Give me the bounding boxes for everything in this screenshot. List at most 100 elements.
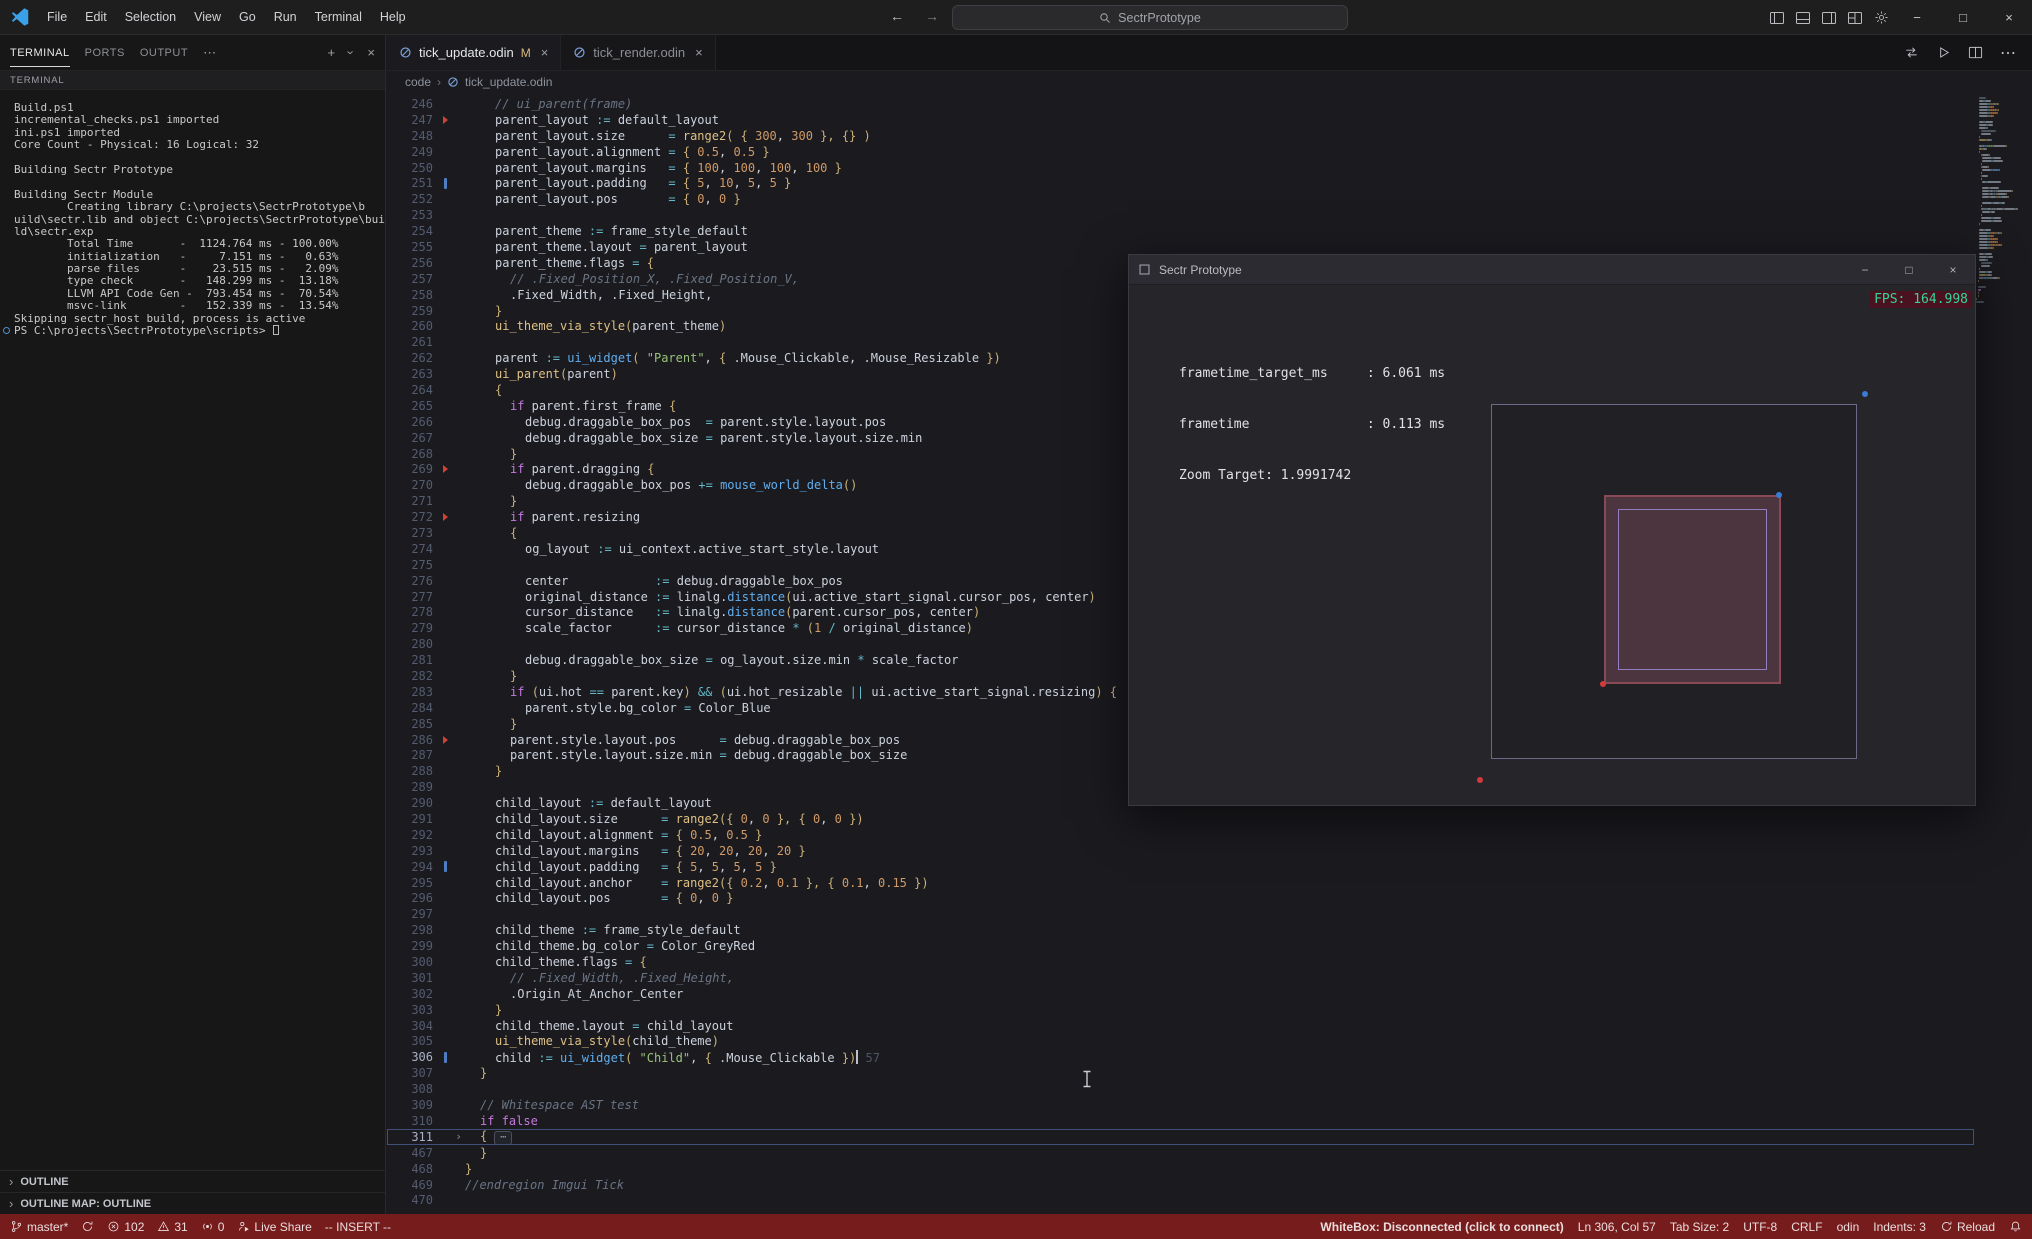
code-line-252[interactable]: 252 parent_layout.pos = { 0, 0 }	[387, 191, 1974, 207]
code-line-306[interactable]: 306 child := ui_widget( "Child", { .Mouse…	[387, 1049, 1974, 1065]
tab-close-icon[interactable]: ×	[695, 45, 703, 60]
panel-tab-terminal[interactable]: TERMINAL	[10, 38, 70, 67]
code-line-310[interactable]: 310 if false	[387, 1113, 1974, 1129]
code-line-469[interactable]: 469 //endregion Imgui Tick	[387, 1177, 1974, 1193]
sectr-prototype-window[interactable]: Sectr Prototype − □ × FPS: 164.998 frame…	[1128, 254, 1976, 806]
command-search-input[interactable]: SectrPrototype	[952, 5, 1348, 30]
toggle-panel-icon[interactable]	[1790, 0, 1816, 35]
compare-changes-icon[interactable]	[1904, 45, 1919, 60]
app-close-button[interactable]: ×	[1931, 255, 1975, 285]
code-line-247[interactable]: 247 parent_layout := default_layout	[387, 112, 1974, 128]
code-line-292[interactable]: 292 child_layout.alignment = { 0.5, 0.5 }	[387, 827, 1974, 843]
breadcrumb[interactable]: code › tick_update.odin	[387, 71, 2032, 93]
statusbar-item-31[interactable]: 31	[157, 1220, 188, 1234]
code-line-307[interactable]: 307}	[387, 1065, 1974, 1081]
panel-tab-output[interactable]: OUTPUT	[140, 38, 188, 67]
customize-layout-icon[interactable]	[1842, 0, 1868, 35]
code-line-303[interactable]: 303}	[387, 1002, 1974, 1018]
statusbar-item-insert[interactable]: -- INSERT --	[325, 1220, 391, 1234]
editor-tab-tick_update.odin[interactable]: tick_update.odin M ×	[387, 35, 562, 70]
statusbar-item-whitebox-disconnected-click-to-connect[interactable]: WhiteBox: Disconnected (click to connect…	[1320, 1220, 1563, 1234]
settings-gear-icon[interactable]	[1868, 0, 1894, 35]
nav-forward-icon[interactable]: →	[920, 8, 944, 24]
code-line-308[interactable]: 308	[387, 1081, 1974, 1097]
panel-tabs-more-icon[interactable]: ⋯	[203, 45, 216, 61]
statusbar-item-ln-306-col-57[interactable]: Ln 306, Col 57	[1578, 1220, 1656, 1234]
code-line-249[interactable]: 249 parent_layout.alignment = { 0.5, 0.5 …	[387, 144, 1974, 160]
window-minimize-button[interactable]: −	[1894, 0, 1940, 35]
terminal-output[interactable]: Build.ps1 incremental_checks.ps1 imported…	[0, 90, 385, 1170]
app-maximize-button[interactable]: □	[1887, 255, 1931, 285]
minimap[interactable]	[1976, 97, 2028, 307]
fold-chevron-icon[interactable]: ›	[452, 1130, 465, 1143]
outline-section[interactable]: › OUTLINE	[0, 1170, 385, 1192]
code-line-253[interactable]: 253	[387, 207, 1974, 223]
statusbar-item-sync[interactable]	[81, 1220, 94, 1233]
menu-selection[interactable]: Selection	[116, 10, 185, 24]
run-button[interactable]	[1936, 45, 1951, 60]
menu-edit[interactable]: Edit	[76, 10, 116, 24]
window-close-button[interactable]: ×	[1986, 0, 2032, 35]
code-line-296[interactable]: 296 child_layout.pos = { 0, 0 }	[387, 891, 1974, 907]
statusbar-item-crlf[interactable]: CRLF	[1791, 1220, 1822, 1234]
command-decoration-icon[interactable]	[3, 327, 10, 335]
app-minimize-button[interactable]: −	[1843, 255, 1887, 285]
statusbar-item-live-share[interactable]: Live Share	[237, 1220, 312, 1234]
statusbar-item-reload[interactable]: Reload	[1940, 1220, 1995, 1234]
code-line-470[interactable]: 470	[387, 1192, 1974, 1208]
nav-back-icon[interactable]: ←	[885, 8, 909, 24]
code-line-246[interactable]: 246 // ui_parent(frame)	[387, 96, 1974, 112]
code-line-250[interactable]: 250 parent_layout.margins = { 100, 100, 1…	[387, 160, 1974, 176]
editor-tab-tick_render.odin[interactable]: tick_render.odin ×	[561, 35, 716, 70]
app-titlebar[interactable]: Sectr Prototype − □ ×	[1129, 255, 1975, 285]
code-line-255[interactable]: 255 parent_theme.layout = parent_layout	[387, 239, 1974, 255]
toggle-secondary-sidebar-icon[interactable]	[1816, 0, 1842, 35]
statusbar-item-odin[interactable]: odin	[1837, 1220, 1860, 1234]
menu-view[interactable]: View	[185, 10, 230, 24]
editor-more-icon[interactable]: ⋯	[2000, 43, 2016, 63]
window-maximize-button[interactable]: □	[1940, 0, 1986, 35]
code-line-468[interactable]: 468}	[387, 1161, 1974, 1177]
menu-go[interactable]: Go	[230, 10, 265, 24]
code-line-302[interactable]: 302 .Origin_At_Anchor_Center	[387, 986, 1974, 1002]
code-line-251[interactable]: 251 parent_layout.padding = { 5, 10, 5, 5…	[387, 175, 1974, 191]
code-line-311[interactable]: 311 ›{⋯	[387, 1129, 1974, 1145]
statusbar-item-102[interactable]: 102	[107, 1220, 144, 1234]
code-line-467[interactable]: 467}	[387, 1145, 1974, 1161]
menu-run[interactable]: Run	[265, 10, 306, 24]
tab-close-icon[interactable]: ×	[541, 45, 549, 60]
code-line-291[interactable]: 291 child_layout.size = range2({ 0, 0 }, …	[387, 811, 1974, 827]
code-line-254[interactable]: 254 parent_theme := frame_style_default	[387, 223, 1974, 239]
new-terminal-icon[interactable]: +	[327, 45, 335, 60]
terminal-shell-bar[interactable]: TERMINAL	[0, 70, 385, 90]
code-line-293[interactable]: 293 child_layout.margins = { 20, 20, 20, …	[387, 843, 1974, 859]
split-editor-icon[interactable]	[1968, 45, 1983, 60]
statusbar-item-indents-3[interactable]: Indents: 3	[1873, 1220, 1926, 1234]
panel-chevron-down-icon[interactable]: ›	[344, 50, 359, 54]
child-widget-box[interactable]	[1604, 495, 1781, 684]
statusbar-item-utf-8[interactable]: UTF-8	[1743, 1220, 1777, 1234]
code-line-298[interactable]: 298 child_theme := frame_style_default	[387, 922, 1974, 938]
code-line-299[interactable]: 299 child_theme.bg_color = Color_GreyRed	[387, 938, 1974, 954]
code-line-305[interactable]: 305 ui_theme_via_style(child_theme)	[387, 1034, 1974, 1050]
code-line-294[interactable]: 294 child_layout.padding = { 5, 5, 5, 5 }	[387, 859, 1974, 875]
outline-map-section[interactable]: › OUTLINE MAP: OUTLINE	[0, 1192, 385, 1214]
menu-file[interactable]: File	[38, 10, 76, 24]
toggle-sidebar-icon[interactable]	[1764, 0, 1790, 35]
panel-tab-ports[interactable]: PORTS	[85, 38, 125, 67]
statusbar-item-bell[interactable]	[2009, 1220, 2022, 1233]
code-line-301[interactable]: 301 // .Fixed_Width, .Fixed_Height,	[387, 970, 1974, 986]
statusbar-item-0[interactable]: 0	[201, 1220, 224, 1234]
code-line-295[interactable]: 295 child_layout.anchor = range2({ 0.2, 0…	[387, 875, 1974, 891]
folded-code-badge[interactable]: ⋯	[494, 1130, 513, 1145]
statusbar-item-tab-size-2[interactable]: Tab Size: 2	[1670, 1220, 1729, 1234]
statusbar-item-master[interactable]: master*	[10, 1220, 68, 1234]
code-line-309[interactable]: 309 // Whitespace AST test	[387, 1097, 1974, 1113]
code-line-300[interactable]: 300 child_theme.flags = {	[387, 954, 1974, 970]
code-line-304[interactable]: 304 child_theme.layout = child_layout	[387, 1018, 1974, 1034]
code-line-297[interactable]: 297	[387, 906, 1974, 922]
code-line-248[interactable]: 248 parent_layout.size = range2( { 300, 3…	[387, 128, 1974, 144]
panel-close-icon[interactable]: ×	[367, 45, 375, 60]
menu-help[interactable]: Help	[371, 10, 415, 24]
menu-terminal[interactable]: Terminal	[306, 10, 371, 24]
